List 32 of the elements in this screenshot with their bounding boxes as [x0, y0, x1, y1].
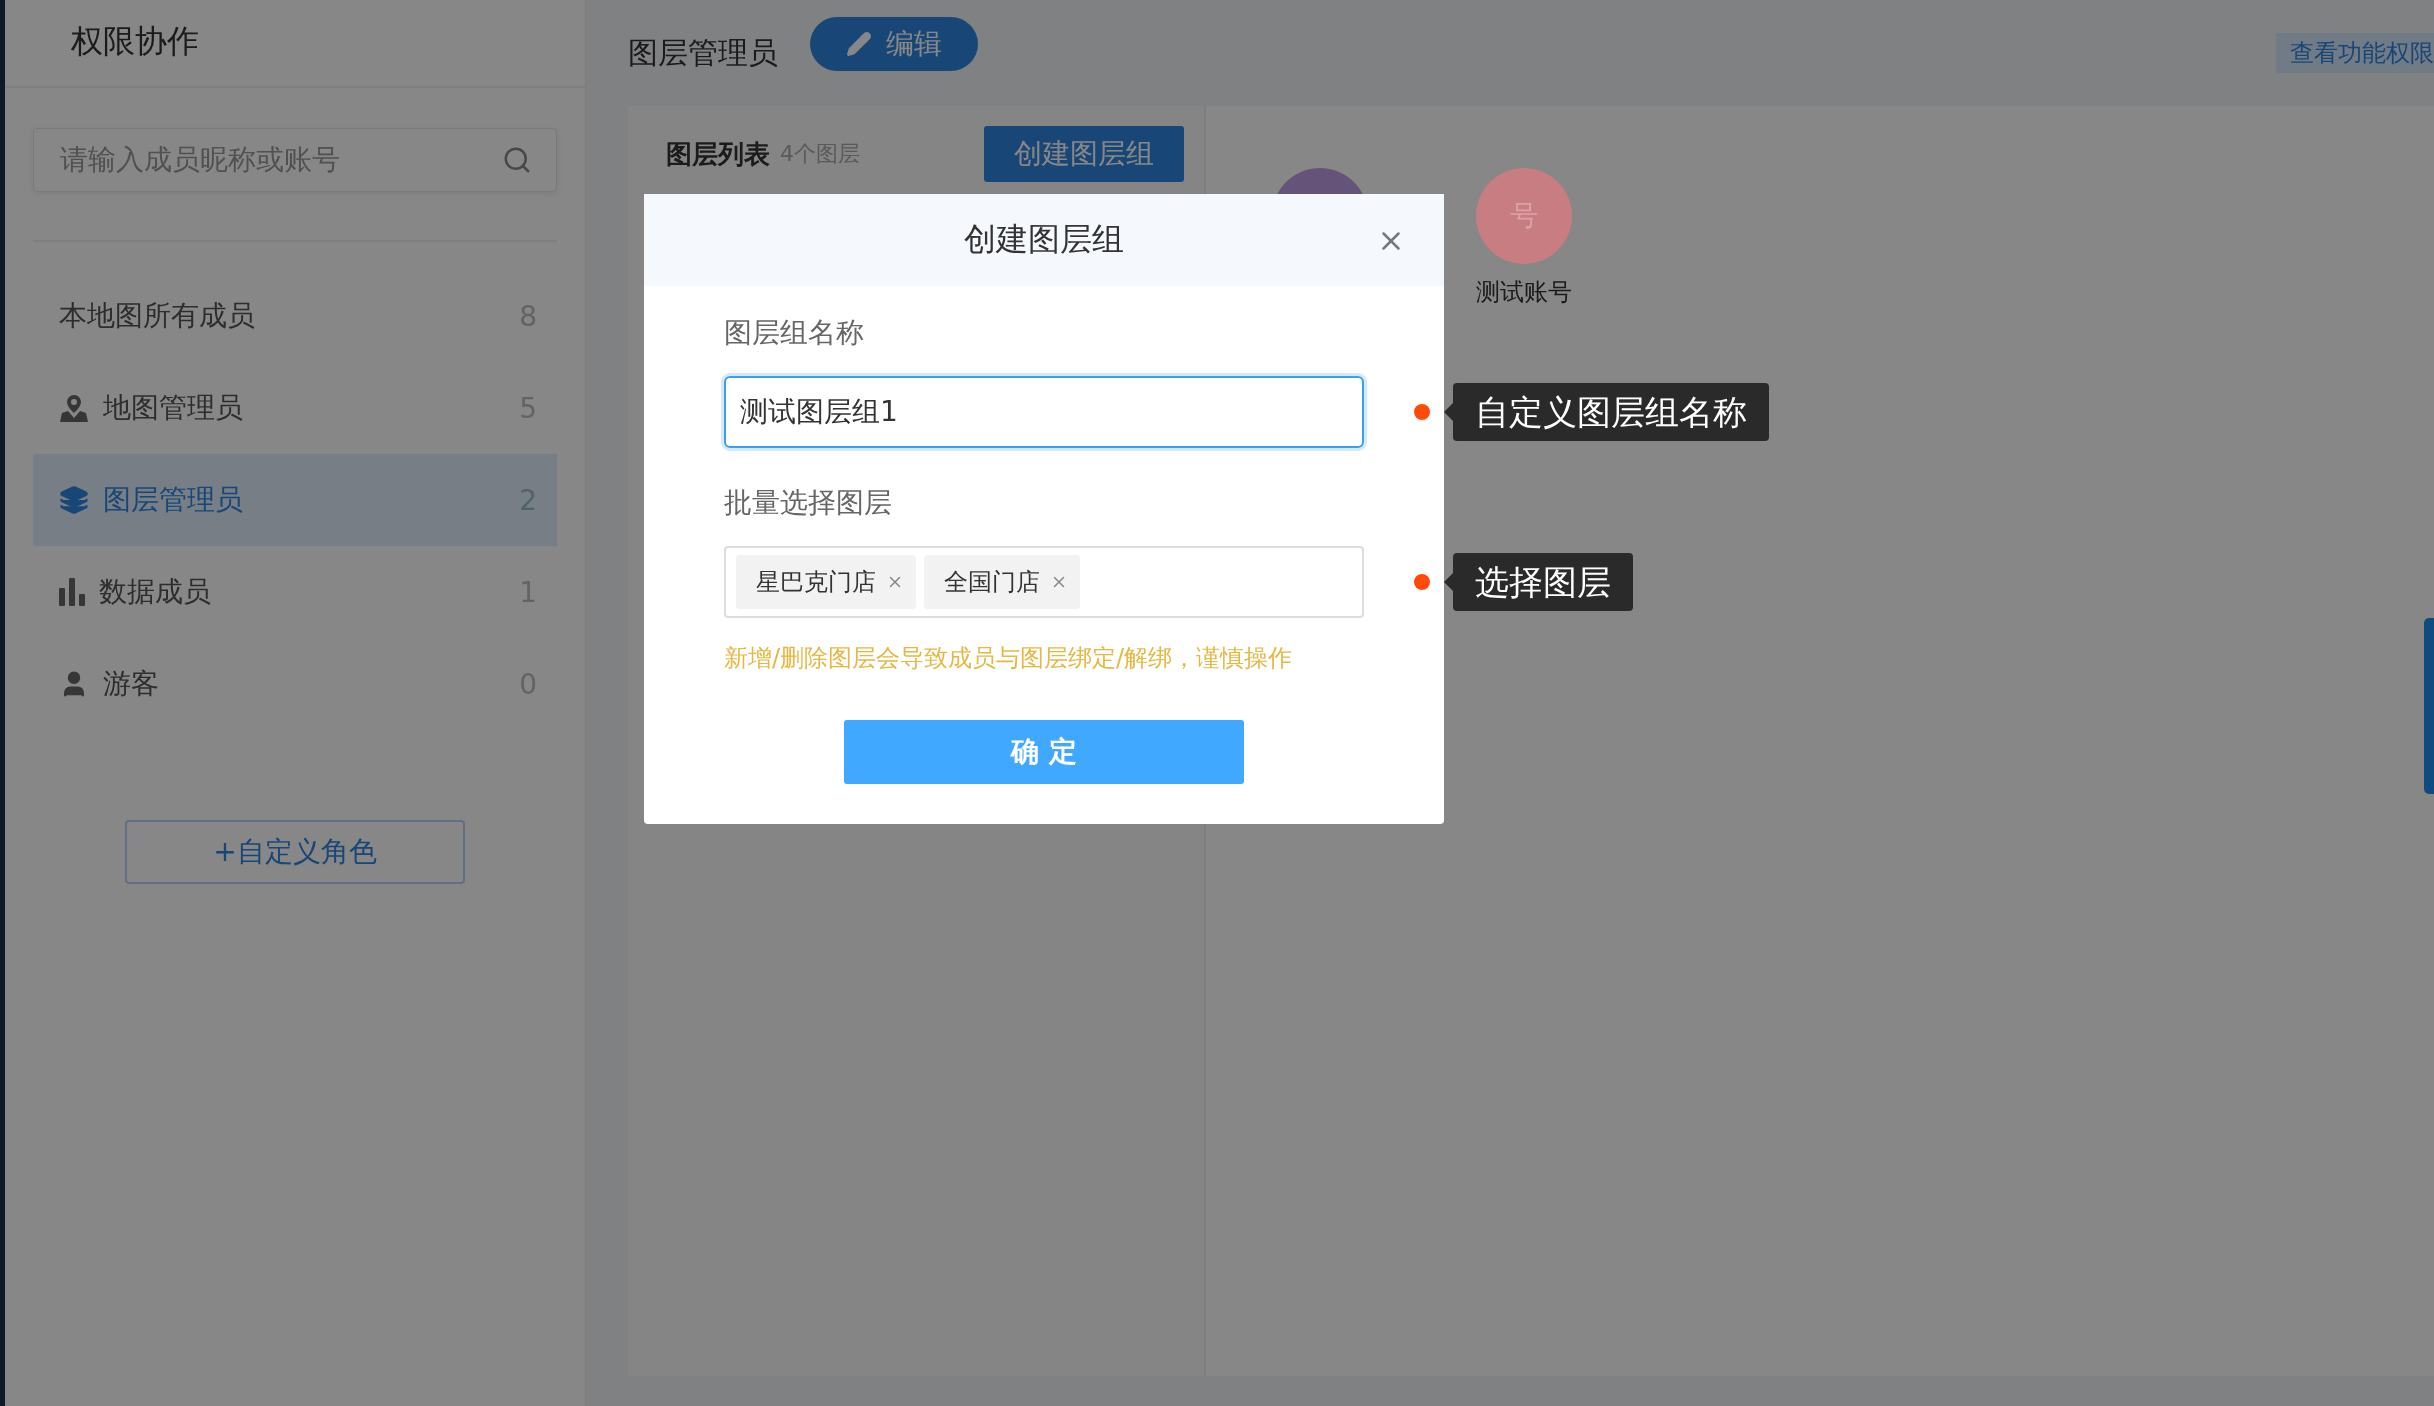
callout-tooltip: 自定义图层组名称	[1453, 383, 1769, 441]
page-title: 图层管理员	[628, 33, 778, 72]
member-name: 测试账号	[1476, 277, 1572, 308]
panel-title: 图层列表	[666, 137, 770, 171]
confirm-button[interactable]: 确 定	[844, 720, 1244, 784]
field-label: 图层组名称	[724, 315, 865, 351]
input-field[interactable]: 测试图层组1	[724, 376, 1364, 448]
field-label: 批量选择图层	[724, 485, 893, 521]
add-role-button[interactable]: +自定义角色	[125, 820, 465, 884]
map-pin-person-icon	[59, 393, 89, 423]
callout-tooltip: 选择图层	[1453, 553, 1633, 611]
search-icon	[502, 145, 532, 175]
edit-button[interactable]: 编辑	[810, 17, 978, 71]
sidebar-title: 权限协作	[5, 0, 585, 88]
role-label: 本地图所有成员	[59, 298, 256, 334]
tag-label: 全国门店	[944, 567, 1040, 598]
side-handle[interactable]	[2424, 618, 2434, 794]
warning-text: 新增/删除图层会导致成员与图层绑定/解绑，谨慎操作	[724, 643, 1294, 674]
role-label: 游客	[103, 666, 160, 702]
create-group-button[interactable]: 创建图层组	[984, 126, 1184, 182]
pencil-icon	[846, 31, 872, 57]
bar-chart-icon	[59, 578, 85, 606]
role-label: 数据成员	[99, 574, 212, 610]
dialog-title: 创建图层组	[964, 219, 1124, 260]
role-label: 地图管理员	[103, 390, 244, 426]
marker-dot	[1414, 574, 1430, 590]
tag-select-field[interactable]: 星巴克门店 全国门店	[724, 546, 1364, 618]
marker-dot	[1414, 404, 1430, 420]
layers-icon	[59, 485, 89, 515]
role-label: 图层管理员	[103, 482, 244, 518]
permissions-link[interactable]: 查看功能权限	[2276, 33, 2434, 73]
tag-label: 星巴克门店	[756, 567, 876, 598]
